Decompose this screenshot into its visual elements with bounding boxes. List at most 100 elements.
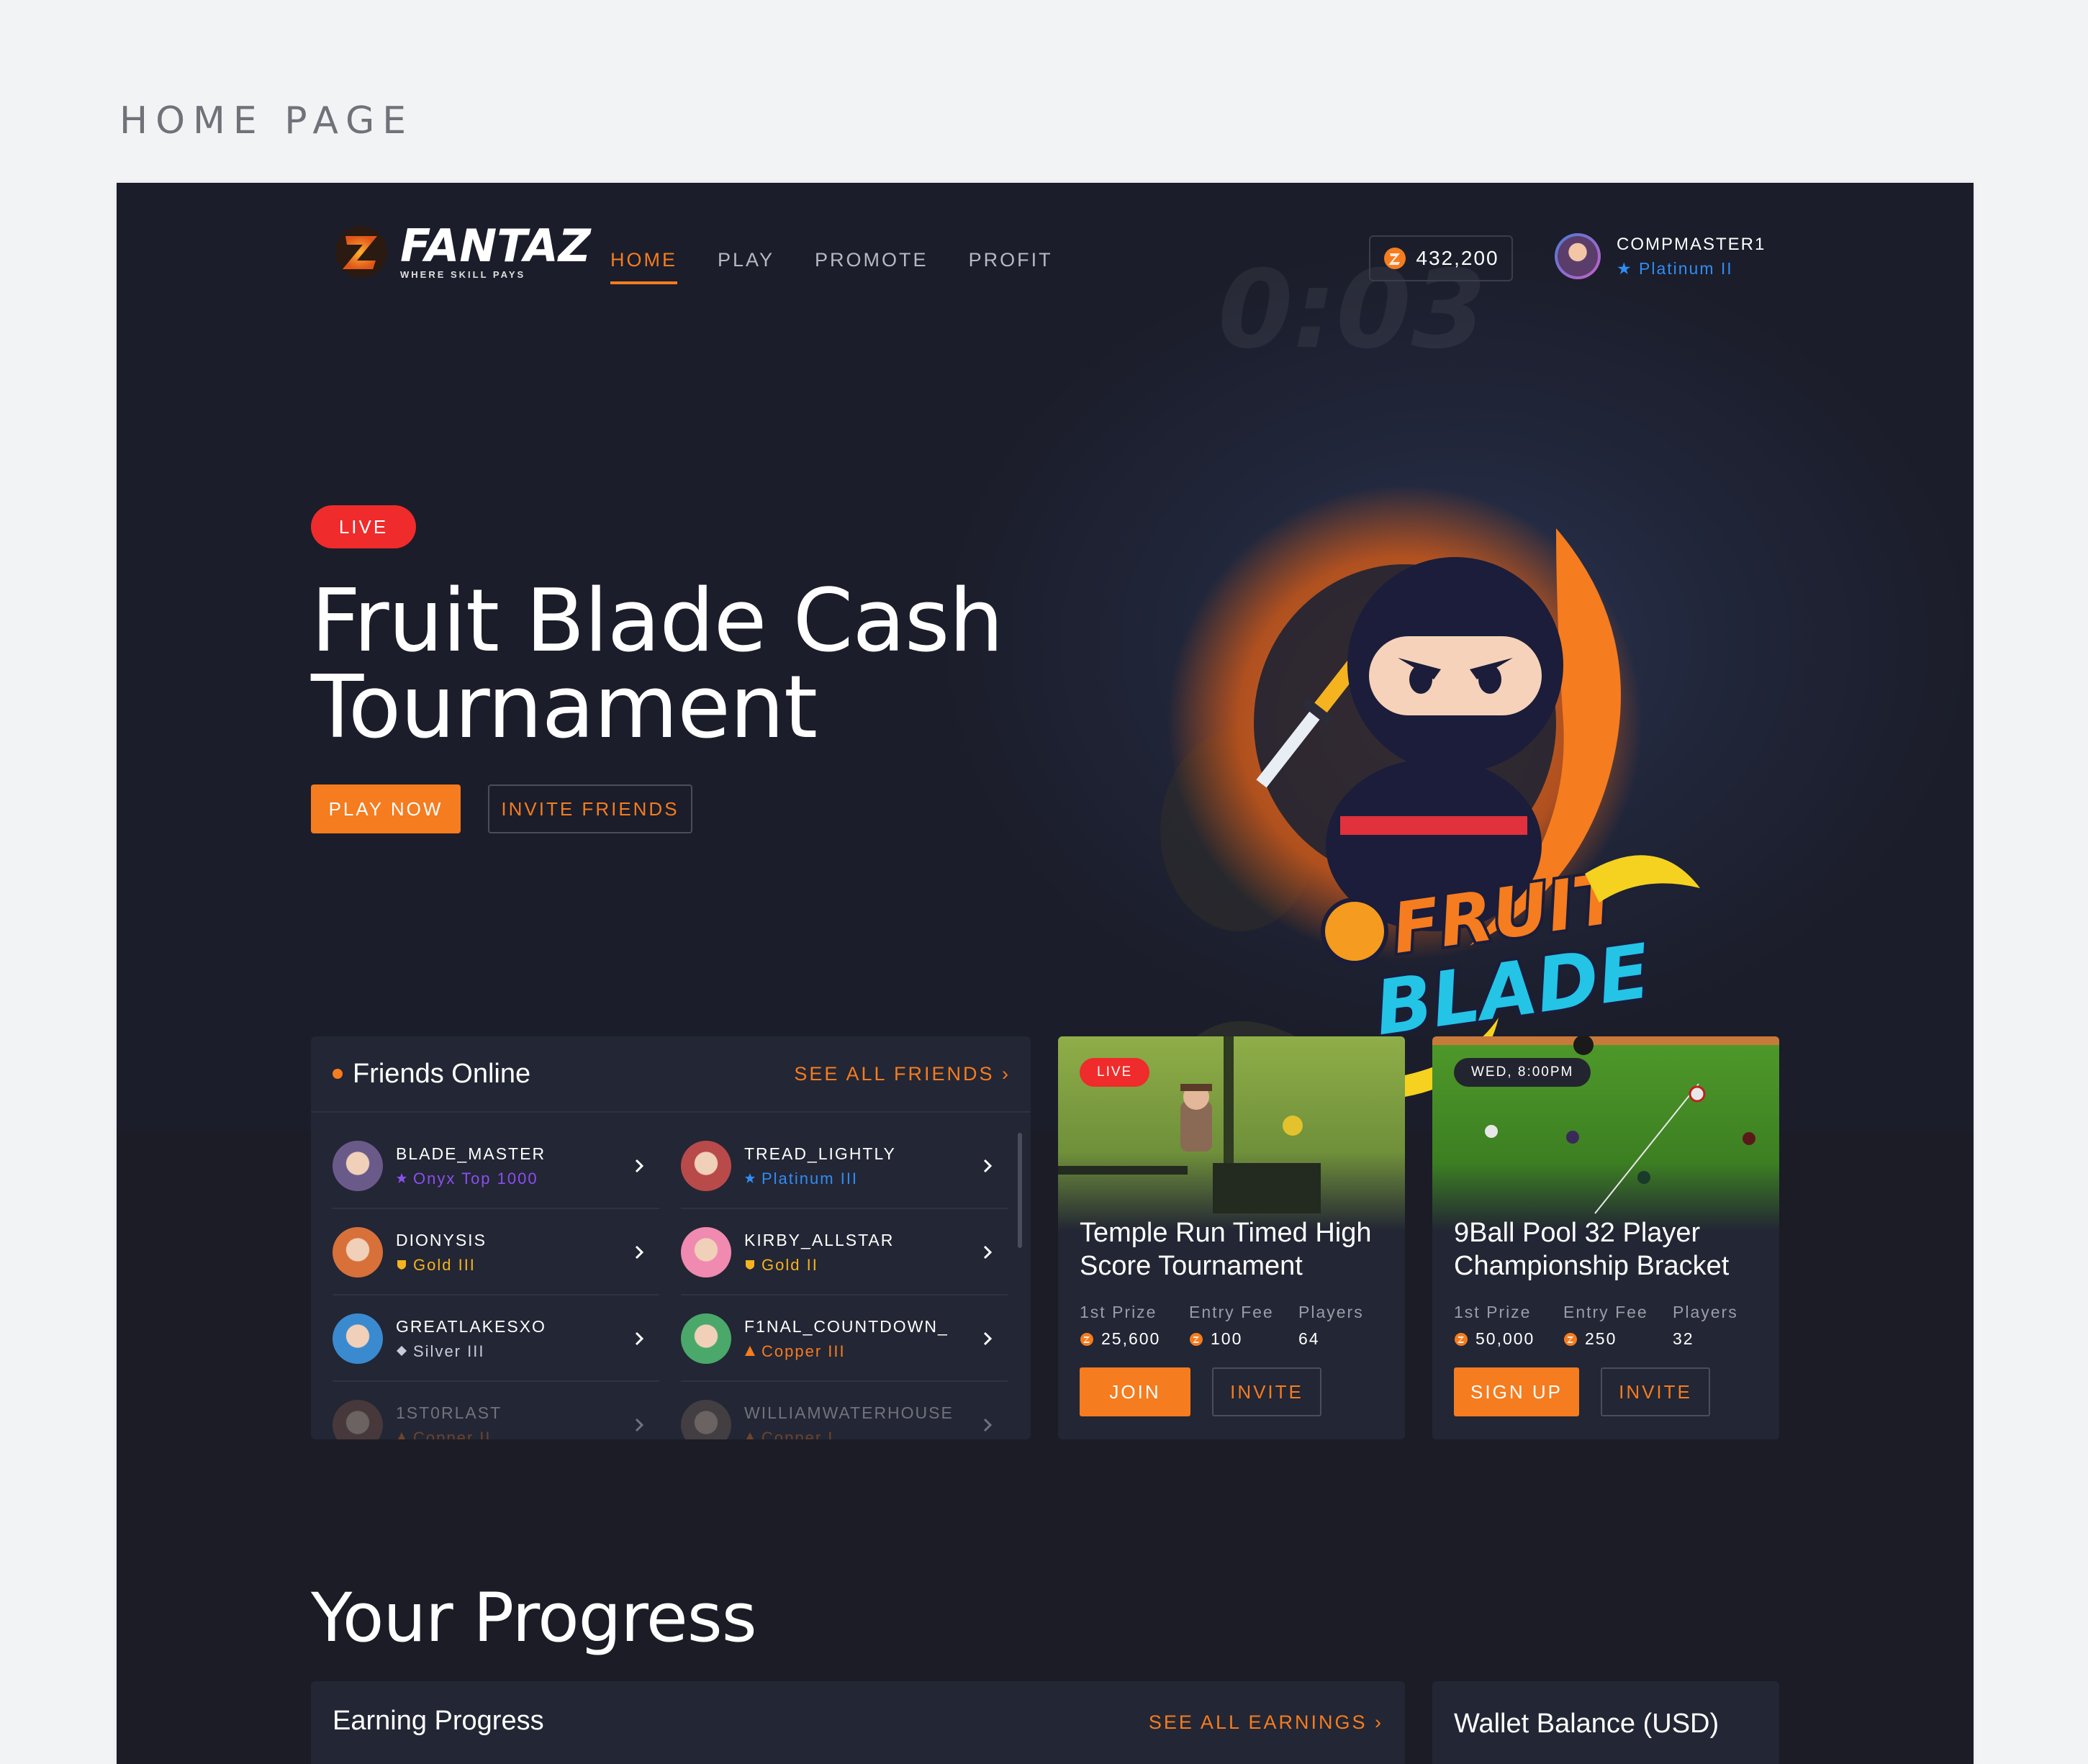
friend-row[interactable]: KIRBY_ALLSTAR Gold II: [681, 1211, 1008, 1295]
friend-rank: Platinum III: [744, 1170, 977, 1188]
friend-row[interactable]: F1NAL_COUNTDOWN_ Copper III: [681, 1297, 1008, 1382]
user-rank: ★ Platinum II: [1617, 258, 1733, 278]
fruit-blade-ninja-art: FRUIT BLADE: [1153, 485, 1700, 1104]
earning-progress-title: Earning Progress: [333, 1706, 544, 1736]
tournament-card-9ball-pool[interactable]: WED, 8:00PM 9Ball Pool 32 Player Champio…: [1432, 1036, 1779, 1439]
invite-button[interactable]: INVITE: [1212, 1367, 1321, 1416]
friend-rank: Gold II: [744, 1256, 977, 1275]
invite-friends-button[interactable]: INVITE FRIENDS: [488, 784, 692, 833]
tournament-title: Temple Run Timed High Score Tournament: [1080, 1218, 1372, 1281]
coin-icon: [1190, 1332, 1203, 1346]
friend-row[interactable]: BLADE_MASTER Onyx Top 1000: [333, 1124, 659, 1209]
coin-icon: [1455, 1332, 1468, 1346]
friend-avatar: [333, 1313, 383, 1364]
prize-label: 1st Prize: [1080, 1303, 1157, 1321]
friend-name: KIRBY_ALLSTAR: [744, 1230, 895, 1249]
play-now-button[interactable]: PLAY NOW: [311, 784, 461, 833]
earning-progress-panel: Earning Progress SEE ALL EARNINGS ›: [311, 1681, 1405, 1764]
chevron-right-icon: [983, 1418, 993, 1432]
friend-name: DIONYSIS: [396, 1230, 487, 1249]
friend-rank: Copper I: [744, 1429, 977, 1439]
friend-name: TREAD_LIGHTLY: [744, 1144, 896, 1163]
user-menu[interactable]: COMPMASTER1 ★ Platinum II: [1555, 233, 1766, 279]
see-all-friends-link[interactable]: SEE ALL FRIENDS ›: [794, 1063, 1011, 1085]
players-label: Players: [1673, 1303, 1738, 1321]
friend-avatar: [681, 1227, 731, 1277]
friend-avatar: [333, 1400, 383, 1439]
friend-name: F1NAL_COUNTDOWN_: [744, 1316, 949, 1336]
user-avatar: [1555, 233, 1601, 279]
friend-rank: Onyx Top 1000: [396, 1170, 629, 1188]
prize-value: 25,600: [1080, 1329, 1189, 1349]
friend-avatar: [333, 1227, 383, 1277]
invite-button[interactable]: INVITE: [1601, 1367, 1710, 1416]
live-badge: LIVE: [1080, 1058, 1150, 1087]
nav-play[interactable]: PLAY: [718, 249, 774, 284]
friend-rank: Copper III: [744, 1342, 977, 1361]
wallet-balance-panel: Wallet Balance (USD): [1432, 1681, 1779, 1764]
friend-row[interactable]: GREATLAKESXO Silver III: [333, 1297, 659, 1382]
sign-up-button[interactable]: SIGN UP: [1454, 1367, 1579, 1416]
friend-row[interactable]: WILLIAMWATERHOUSE Copper I: [681, 1383, 1008, 1439]
friends-scrollbar[interactable]: [1018, 1133, 1022, 1248]
see-all-earnings-link[interactable]: SEE ALL EARNINGS ›: [1149, 1711, 1383, 1734]
players-value: 32: [1673, 1329, 1694, 1348]
main-nav: HOME PLAY PROMOTE PROFIT: [610, 249, 1093, 284]
brand-logo[interactable]: FANTAZ WHERE SKILL PAYS: [333, 223, 591, 281]
players-label: Players: [1298, 1303, 1364, 1321]
tournament-card-temple-run[interactable]: LIVE Temple Run Timed High Score Tournam…: [1058, 1036, 1405, 1439]
chevron-right-icon: [983, 1159, 993, 1173]
chevron-right-icon: [635, 1245, 644, 1259]
chevron-right-icon: [983, 1245, 993, 1259]
app-frame: 0:03 FANTAZ WHERE SKILL PAYS HOME PLAY P…: [117, 183, 1974, 1764]
tournament-title: 9Ball Pool 32 Player Championship Bracke…: [1454, 1218, 1730, 1281]
friends-online-panel: Friends Online SEE ALL FRIENDS › BLADE_M…: [311, 1036, 1031, 1439]
entry-fee-label: Entry Fee: [1189, 1303, 1274, 1321]
coin-icon: [1564, 1332, 1577, 1346]
triangle-icon: [744, 1342, 761, 1360]
wallet-balance-title: Wallet Balance (USD): [1454, 1709, 1719, 1739]
online-indicator: [333, 1069, 343, 1079]
friend-avatar: [681, 1313, 731, 1364]
chevron-right-icon: [635, 1159, 644, 1173]
page-heading: HOME PAGE: [119, 99, 415, 143]
coin-icon: [1080, 1332, 1093, 1346]
star-icon: [744, 1170, 761, 1188]
chevron-right-icon: [635, 1418, 644, 1432]
players-value: 64: [1298, 1329, 1320, 1348]
friend-avatar: [681, 1400, 731, 1439]
live-badge: LIVE: [311, 505, 416, 548]
chevron-right-icon: [635, 1331, 644, 1346]
tournament-stats: 1st Prize 50,000 Entry Fee 250 Players 3…: [1454, 1303, 1779, 1349]
friend-rank: Copper II: [396, 1429, 629, 1439]
join-button[interactable]: JOIN: [1080, 1367, 1190, 1416]
coin-icon: [1384, 248, 1406, 269]
shield-icon: [744, 1256, 761, 1274]
triangle-icon: [396, 1429, 413, 1439]
tournament-stats: 1st Prize 25,600 Entry Fee 100 Players 6…: [1080, 1303, 1405, 1349]
prize-label: 1st Prize: [1454, 1303, 1532, 1321]
friend-row[interactable]: 1ST0RLAST Copper II: [333, 1383, 659, 1439]
coin-balance-value: 432,200: [1416, 247, 1499, 269]
logo-z-icon: [335, 226, 387, 278]
nav-promote[interactable]: PROMOTE: [815, 249, 928, 284]
entry-fee-label: Entry Fee: [1563, 1303, 1648, 1321]
friend-row[interactable]: TREAD_LIGHTLY Platinum III: [681, 1124, 1008, 1209]
friend-row[interactable]: DIONYSIS Gold III: [333, 1211, 659, 1295]
friend-name: 1ST0RLAST: [396, 1403, 502, 1422]
nav-profit[interactable]: PROFIT: [969, 249, 1053, 284]
prize-value: 50,000: [1454, 1329, 1563, 1349]
friend-name: WILLIAMWATERHOUSE: [744, 1403, 954, 1422]
entry-fee-value: 250: [1563, 1329, 1673, 1349]
chevron-right-icon: [983, 1331, 993, 1346]
diamond-icon: [396, 1342, 413, 1360]
friend-name: BLADE_MASTER: [396, 1144, 546, 1163]
star-icon: [396, 1170, 413, 1188]
friend-avatar: [333, 1141, 383, 1191]
nav-home[interactable]: HOME: [610, 249, 677, 284]
shield-icon: [396, 1256, 413, 1274]
friend-name: GREATLAKESXO: [396, 1316, 546, 1336]
friend-avatar: [681, 1141, 731, 1191]
friend-rank: Silver III: [396, 1342, 629, 1361]
coin-balance[interactable]: 432,200: [1369, 235, 1513, 281]
